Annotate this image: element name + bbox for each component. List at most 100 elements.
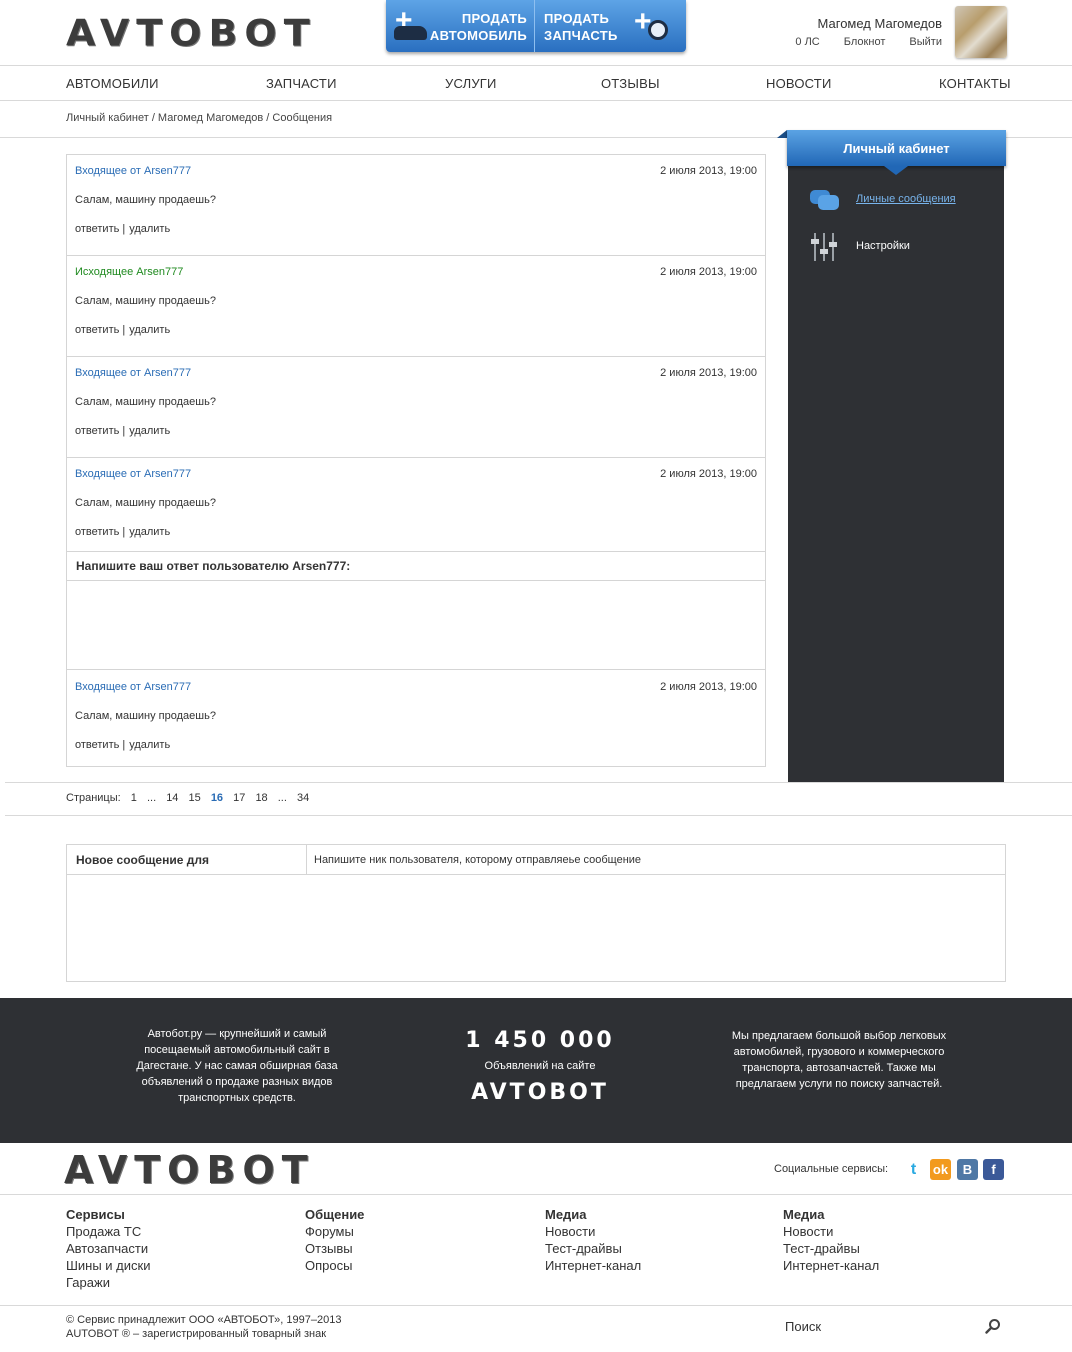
sidebar-ribbon-fold — [777, 130, 787, 138]
page-link[interactable]: 14 — [166, 792, 178, 804]
search-icon[interactable] — [985, 1318, 1001, 1334]
nav-parts[interactable]: ЗАПЧАСТИ — [266, 76, 337, 91]
message-text: Салам, машину продаешь? — [75, 194, 216, 206]
sidebar-item-messages[interactable]: Личные сообщения — [808, 184, 988, 216]
site-logo[interactable]: AVTOBOT — [66, 15, 317, 51]
sell-car-button[interactable]: + ПРОДАТЬ АВТОМОБИЛЬ — [386, 0, 535, 52]
nav-news[interactable]: НОВОСТИ — [766, 76, 832, 91]
steering-wheel-icon — [648, 20, 668, 40]
page-link[interactable]: 34 — [297, 792, 309, 804]
new-message-form: Новое сообщение для Напишите ник пользов… — [66, 844, 1006, 982]
message-date: 2 июля 2013, 19:00 — [660, 367, 757, 379]
footer-column-media: Медиа Новости Тест-драйвы Интернет-канал — [545, 1206, 641, 1274]
notepad-link[interactable]: Блокнот — [844, 36, 886, 48]
private-messages-link[interactable]: 0 ЛС — [795, 36, 819, 48]
separator: | — [122, 223, 126, 235]
car-icon — [394, 26, 427, 40]
message-sender[interactable]: Входящее от Arsen777 — [75, 165, 191, 177]
reply-link[interactable]: ответить — [75, 526, 119, 538]
message-item: Входящее от Arsen777 2 июля 2013, 19:00 … — [67, 671, 765, 767]
sidebar-title: Личный кабинет — [787, 130, 1006, 175]
sidebar-item-label: Личные сообщения — [856, 193, 956, 205]
page-link[interactable]: 18 — [255, 792, 267, 804]
reply-textarea[interactable] — [67, 582, 765, 670]
recipient-input[interactable]: Напишите ник пользователя, которому отпр… — [307, 845, 1005, 875]
message-item: Исходящее Arsen777 2 июля 2013, 19:00 Са… — [67, 256, 765, 357]
sell-part-line2: ЗАПЧАСТЬ — [544, 28, 618, 43]
sell-part-button[interactable]: ПРОДАТЬ ЗАПЧАСТЬ + — [536, 0, 686, 52]
message-sender[interactable]: Входящее от Arsen777 — [75, 468, 191, 480]
footer-column-title: Медиа — [783, 1207, 825, 1222]
nav-cars[interactable]: АВТОМОБИЛИ — [66, 76, 159, 91]
footer-link[interactable]: Тест-драйвы — [783, 1240, 879, 1257]
message-item: Входящее от Arsen777 2 июля 2013, 19:00 … — [67, 155, 765, 256]
separator: | — [122, 526, 126, 538]
user-name[interactable]: Магомед Магомедов — [818, 16, 942, 31]
footer-link[interactable]: Шины и диски — [66, 1257, 150, 1274]
reply-prompt: Напишите ваш ответ пользователю Arsen777… — [76, 559, 351, 573]
new-message-label: Новое сообщение для — [76, 853, 209, 867]
twitter-icon[interactable]: t — [903, 1159, 924, 1180]
reply-link[interactable]: ответить — [75, 223, 119, 235]
new-message-textarea[interactable] — [67, 876, 1005, 981]
breadcrumb[interactable]: Личный кабинет / Магомед Магомедов / Соо… — [66, 112, 332, 124]
message-sender[interactable]: Исходящее Arsen777 — [75, 266, 183, 278]
page-link[interactable]: 15 — [189, 792, 201, 804]
footer-link[interactable]: Тест-драйвы — [545, 1240, 641, 1257]
footer-link[interactable]: Гаражи — [66, 1274, 150, 1291]
nav-contacts[interactable]: КОНТАКТЫ — [939, 76, 1011, 91]
pagination: Страницы: 1 ... 14 15 16 17 18 ... 34 — [66, 792, 316, 804]
message-text: Салам, машину продаешь? — [75, 710, 216, 722]
vkontakte-icon[interactable]: B — [957, 1159, 978, 1180]
pagination-label: Страницы: — [66, 792, 121, 804]
page-link[interactable]: 1 — [131, 792, 137, 804]
message-sender[interactable]: Входящее от Arsen777 — [75, 681, 191, 693]
footer-link[interactable]: Отзывы — [305, 1240, 364, 1257]
footer-column-title: Медиа — [545, 1207, 587, 1222]
facebook-icon[interactable]: f — [983, 1159, 1004, 1180]
footer-link[interactable]: Интернет-канал — [783, 1257, 879, 1274]
footer-link[interactable]: Опросы — [305, 1257, 364, 1274]
nav-reviews[interactable]: ОТЗЫВЫ — [601, 76, 660, 91]
footer-link[interactable]: Интернет-канал — [545, 1257, 641, 1274]
page-ellipsis: ... — [277, 792, 287, 804]
messages-list: Входящее от Arsen777 2 июля 2013, 19:00 … — [66, 154, 766, 767]
page-link[interactable]: 17 — [233, 792, 245, 804]
delete-link[interactable]: удалить — [129, 223, 170, 235]
footer-column-services: Сервисы Продажа ТС Автозапчасти Шины и д… — [66, 1206, 150, 1291]
delete-link[interactable]: удалить — [129, 739, 170, 751]
chat-bubbles-icon — [808, 186, 840, 214]
reply-link[interactable]: ответить — [75, 739, 119, 751]
footer-logo[interactable]: AVTOBOT — [64, 1151, 315, 1189]
recipient-placeholder: Напишите ник пользователя, которому отпр… — [314, 854, 642, 866]
copyright-text: © Сервис принадлежит ООО «АВТОБОТ», 1997… — [66, 1314, 342, 1326]
message-text: Салам, машину продаешь? — [75, 497, 216, 509]
info-band: Автобот.ру — крупнейший и самый посещаем… — [0, 998, 1072, 1143]
sell-buttons: + ПРОДАТЬ АВТОМОБИЛЬ ПРОДАТЬ ЗАПЧАСТЬ + — [386, 0, 686, 52]
delete-link[interactable]: удалить — [129, 425, 170, 437]
social-label: Социальные сервисы: — [774, 1163, 889, 1175]
delete-link[interactable]: удалить — [129, 526, 170, 538]
footer-link[interactable]: Продажа ТС — [66, 1223, 150, 1240]
footer-link[interactable]: Автозапчасти — [66, 1240, 150, 1257]
footer-column-community: Общение Форумы Отзывы Опросы — [305, 1206, 364, 1274]
reply-link[interactable]: ответить — [75, 425, 119, 437]
sell-car-line1: ПРОДАТЬ — [461, 11, 527, 26]
sidebar-item-settings[interactable]: Настройки — [808, 231, 988, 263]
nav-services[interactable]: УСЛУГИ — [445, 76, 497, 91]
reply-link[interactable]: ответить — [75, 324, 119, 336]
message-date: 2 июля 2013, 19:00 — [660, 681, 757, 693]
delete-link[interactable]: удалить — [129, 324, 170, 336]
message-sender[interactable]: Входящее от Arsen777 — [75, 367, 191, 379]
user-links: 0 ЛС Блокнот Выйти — [774, 36, 942, 48]
footer-link[interactable]: Форумы — [305, 1223, 364, 1240]
odnoklassniki-icon[interactable]: ok — [930, 1159, 951, 1180]
search-input[interactable]: Поиск — [785, 1319, 821, 1334]
footer-link[interactable]: Новости — [783, 1223, 879, 1240]
message-text: Салам, машину продаешь? — [75, 295, 216, 307]
sliders-icon — [808, 233, 840, 261]
footer-link[interactable]: Новости — [545, 1223, 641, 1240]
about-text: Автобот.ру — крупнейший и самый посещаем… — [136, 1028, 338, 1104]
avatar[interactable] — [955, 6, 1007, 58]
logout-link[interactable]: Выйти — [909, 36, 942, 48]
